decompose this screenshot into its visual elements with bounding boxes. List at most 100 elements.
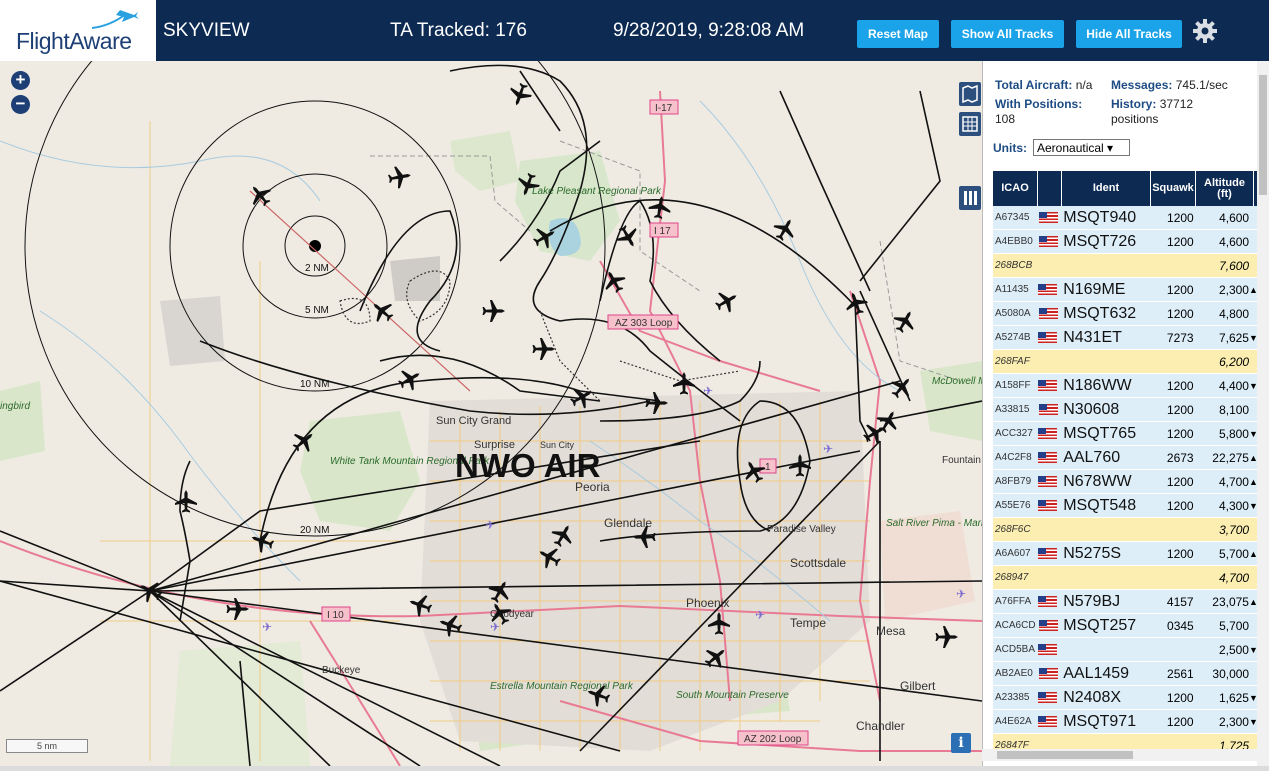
us-flag-icon <box>1038 547 1058 559</box>
altitude-cell: 4,300 <box>1218 498 1249 513</box>
gear-icon[interactable] <box>1192 18 1218 44</box>
icao-cell: A33815 <box>995 404 1030 415</box>
flag-cell <box>1038 713 1061 731</box>
icao-cell: ACD5BA <box>995 644 1036 655</box>
table-row[interactable]: ACD5BA 2,500 ▼ <box>993 638 1258 662</box>
table-row[interactable]: A23385 N2408X 1200 1,625 ▼ <box>993 686 1258 710</box>
label-lake-pleasant: Lake Pleasant Regional Park <box>532 186 662 197</box>
col-flag[interactable] <box>1038 171 1062 206</box>
overlay-title: NWO AIR <box>455 447 601 484</box>
ident-cell: MSQT971 <box>1063 712 1137 730</box>
show-all-tracks-button[interactable]: Show All Tracks <box>951 20 1064 48</box>
table-row[interactable]: 268BCB 7,600 <box>993 254 1257 278</box>
ident-cell: N5275S <box>1063 544 1122 562</box>
col-ident[interactable]: Ident <box>1062 171 1151 206</box>
altitude-cell: 4,600 <box>1219 234 1250 249</box>
flightaware-logo[interactable]: FlightAware <box>0 0 156 61</box>
altitude-cell: 8,100 <box>1219 402 1250 417</box>
icao-cell: A8FB79 <box>995 476 1032 487</box>
label-gilbert: Gilbert <box>900 679 936 693</box>
hide-all-tracks-button[interactable]: Hide All Tracks <box>1076 20 1182 48</box>
table-row[interactable]: ACC327 MSQT765 1200 5,800 ▼ <box>993 422 1258 446</box>
map-view[interactable]: 2 NM 5 NM 10 NM 20 NM Lake Pleasant Regi… <box>0 61 982 766</box>
ring-label-20nm: 20 NM <box>300 525 329 536</box>
icao-cell: 268BCB <box>995 260 1033 271</box>
map-layers-icon[interactable] <box>959 82 981 106</box>
table-row[interactable]: A11435 N169ME 1200 2,300 ▲ <box>993 278 1258 302</box>
flag-cell <box>1038 281 1061 299</box>
table-row[interactable]: ACA6CD MSQT257 0345 5,700 <box>993 614 1257 638</box>
us-flag-icon <box>1038 475 1058 487</box>
us-flag-icon <box>1038 427 1058 439</box>
table-row[interactable]: A33815 N30608 1200 8,100 <box>993 398 1257 422</box>
status-strip <box>0 766 1269 771</box>
road-loop101: 1 <box>765 462 771 473</box>
table-row[interactable]: A55E76 MSQT548 1200 4,300 ▼ <box>993 494 1258 518</box>
flag-cell <box>1038 545 1061 563</box>
table-row[interactable]: A8FB79 N678WW 1200 4,700 ▲ <box>993 470 1258 494</box>
aircraft-table: ICAO Ident Squawk Altitude (ft) A67345 MS… <box>993 171 1258 758</box>
flag-cell <box>1038 329 1061 347</box>
table-row[interactable]: A4C2F8 AAL760 2673 22,275 ▲ <box>993 446 1258 470</box>
squawk-cell: 1200 <box>1166 546 1194 561</box>
label-phoenix: Phoenix <box>686 596 729 610</box>
label-paradise-valley: Paradise Valley <box>767 524 836 535</box>
altitude-cell: 5,700 <box>1219 618 1250 633</box>
ring-label-10nm: 10 NM <box>300 379 329 390</box>
altitude-trend: ▲ <box>1248 476 1258 487</box>
table-row[interactable]: A5274B N431ET 7273 7,625 ▼ <box>993 326 1258 350</box>
altitude-trend: ▼ <box>1248 332 1258 343</box>
horizontal-scroll-thumb[interactable] <box>997 751 1133 759</box>
road-i17-mid: I 17 <box>654 226 671 237</box>
altitude-cell: 23,075 <box>1212 594 1249 609</box>
ident-cell: AAL1459 <box>1063 664 1130 682</box>
airport-icon: ✈ <box>262 620 272 634</box>
zoom-in-button[interactable]: + <box>11 71 30 90</box>
icao-cell: A5080A <box>995 308 1031 319</box>
table-row[interactable]: A5080A MSQT632 1200 4,800 <box>993 302 1257 326</box>
col-squawk[interactable]: Squawk <box>1151 171 1196 206</box>
col-icao[interactable]: ICAO <box>993 171 1038 206</box>
table-row[interactable]: AB2AE0 AAL1459 2561 30,000 <box>993 662 1257 686</box>
map-canvas[interactable]: 2 NM 5 NM 10 NM 20 NM Lake Pleasant Regi… <box>0 61 982 766</box>
reset-map-button[interactable]: Reset Map <box>857 20 939 48</box>
table-row[interactable]: A67345 MSQT940 1200 4,600 <box>993 206 1257 230</box>
zoom-out-button[interactable]: − <box>11 95 30 114</box>
history: History: 37712 positions <box>1111 97 1193 127</box>
table-row[interactable]: A158FF N186WW 1200 4,400 ▼ <box>993 374 1258 398</box>
table-row[interactable]: 268947 4,700 <box>993 566 1257 590</box>
units-select[interactable]: Aeronautical ▾ <box>1033 139 1130 156</box>
vertical-scroll-thumb[interactable] <box>1259 75 1267 195</box>
squawk-cell: 2561 <box>1167 666 1194 681</box>
us-flag-icon <box>1038 211 1058 223</box>
squawk-cell: 1200 <box>1166 498 1194 513</box>
us-flag-icon <box>1038 379 1058 391</box>
table-row[interactable]: A76FFA N579BJ 4157 23,075 ▲ <box>993 590 1258 614</box>
flag-cell <box>1038 689 1061 707</box>
columns-icon[interactable] <box>959 186 981 210</box>
flag-cell <box>1038 641 1061 659</box>
col-altitude[interactable]: Altitude (ft) <box>1196 171 1254 206</box>
ident-cell: MSQT548 <box>1063 496 1137 514</box>
table-row[interactable]: A4EBB0 MSQT726 1200 4,600 <box>993 230 1257 254</box>
us-flag-icon <box>1038 667 1058 679</box>
app-name: SKYVIEW <box>163 20 250 41</box>
icao-cell: A4EBB0 <box>995 236 1033 247</box>
table-row[interactable]: A4E62A MSQT971 1200 2,300 ▼ <box>993 710 1258 734</box>
total-aircraft: Total Aircraft: n/a <box>995 78 1092 92</box>
icao-cell: A5274B <box>995 332 1031 343</box>
us-flag-icon <box>1038 499 1058 511</box>
altitude-cell: 4,700 <box>1219 570 1250 585</box>
table-row[interactable]: 268F6C 3,700 <box>993 518 1257 542</box>
altitude-cell: 4,800 <box>1219 306 1250 321</box>
info-button[interactable]: i <box>951 733 971 753</box>
airport-icon: ✈ <box>703 384 713 398</box>
ident-cell: N30608 <box>1063 400 1120 418</box>
table-row[interactable]: 268FAF 6,200 <box>993 350 1257 374</box>
altitude-trend: ▲ <box>1248 548 1258 559</box>
label-fountain: Fountain <box>942 455 981 466</box>
us-flag-icon <box>1038 403 1058 415</box>
table-row[interactable]: A6A607 N5275S 1200 5,700 ▲ <box>993 542 1258 566</box>
grid-icon[interactable] <box>959 112 981 136</box>
label-south-mountain: South Mountain Preserve <box>676 690 789 701</box>
